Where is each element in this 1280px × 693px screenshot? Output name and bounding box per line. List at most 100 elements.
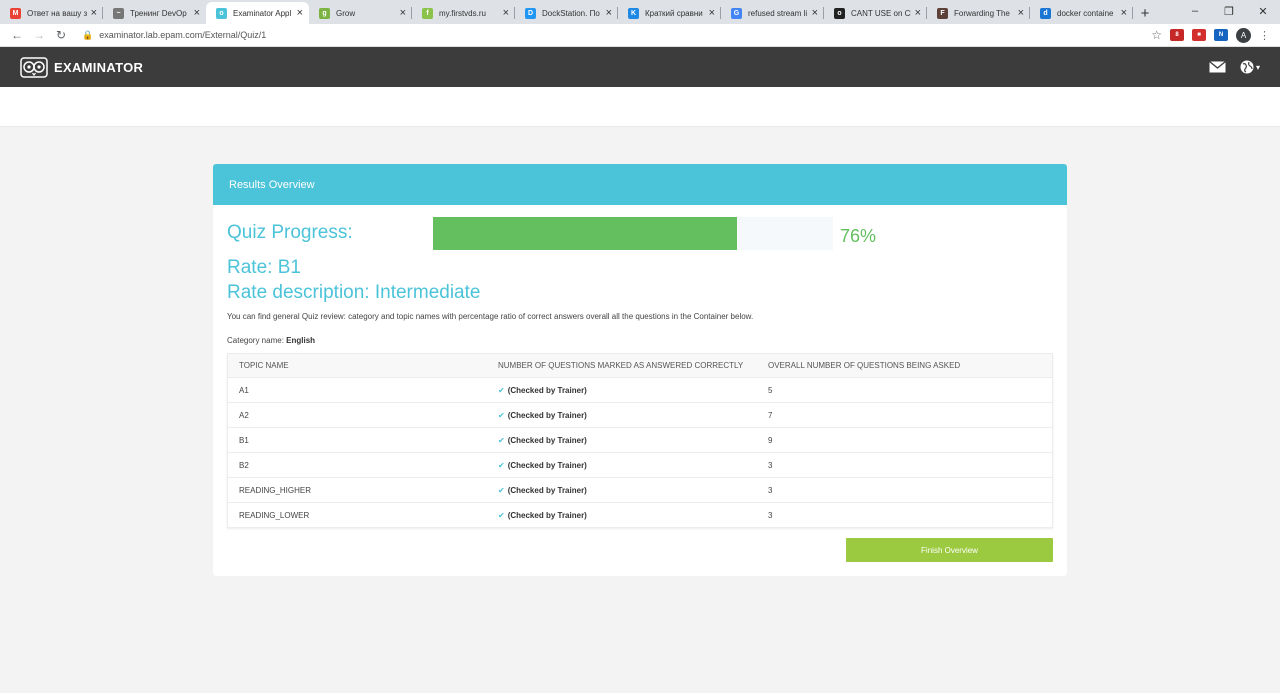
tab-close-icon[interactable]: × — [812, 7, 818, 19]
card-header: Results Overview — [213, 164, 1067, 205]
profile-avatar[interactable]: A — [1236, 27, 1251, 43]
tab-close-icon[interactable]: × — [606, 7, 612, 19]
finish-overview-button[interactable]: Finish Overview — [846, 538, 1053, 562]
correct-count-cell: ✔ (Checked by Trainer) — [498, 436, 768, 445]
browser-toolbar: ← → ↻ 🔒 examinator.lab.epam.com/External… — [0, 24, 1280, 47]
topic-name-cell: A1 — [239, 385, 249, 395]
column-header-total: OVERALL NUMBER OF QUESTIONS BEING ASKED — [768, 361, 961, 370]
forward-icon[interactable]: → — [28, 28, 50, 42]
progress-bar-fill — [433, 217, 737, 250]
tab-close-icon[interactable]: × — [915, 7, 921, 19]
rate-label: Rate: B1 — [227, 257, 301, 278]
extension-icon[interactable]: ■ — [1192, 29, 1206, 41]
address-bar[interactable]: 🔒 examinator.lab.epam.com/External/Quiz/… — [82, 26, 1151, 45]
tab-close-icon[interactable]: × — [503, 7, 509, 19]
app-logo[interactable]: EXAMINATOR — [20, 56, 143, 78]
browser-tab[interactable]: K Краткий сравни × — [618, 2, 721, 24]
brand-name: EXAMINATOR — [54, 59, 144, 75]
topic-name-cell: READING_LOWER — [239, 510, 310, 520]
owl-logo-icon — [20, 57, 48, 78]
back-icon[interactable]: ← — [6, 28, 28, 42]
tab-title: my.firstvds.ru — [439, 8, 486, 18]
browser-menu-icon[interactable]: ⋮ — [1259, 29, 1270, 42]
tab-favicon-icon: D — [525, 7, 536, 19]
column-header-correct: NUMBER OF QUESTIONS MARKED AS ANSWERED C… — [498, 361, 744, 370]
app-header: EXAMINATOR ▾ — [0, 47, 1280, 87]
checkmark-icon: ✔ — [498, 435, 505, 445]
table-body: A1 ✔ (Checked by Trainer) 5 A2 ✔ (Checked by T… — [228, 377, 1052, 527]
tab-favicon-icon: o — [216, 7, 227, 19]
checkmark-icon: ✔ — [498, 460, 505, 470]
tab-favicon-icon: d — [1040, 7, 1051, 19]
close-window-icon[interactable]: ✕ — [1246, 0, 1280, 22]
language-selector[interactable]: ▾ — [1240, 60, 1260, 74]
tab-favicon-icon: F — [937, 7, 948, 19]
table-row: B1 ✔ (Checked by Trainer) 9 — [228, 427, 1052, 452]
total-count-cell: 5 — [768, 385, 773, 395]
correct-count-cell: ✔ (Checked by Trainer) — [498, 461, 768, 470]
category-prefix: Category name: — [227, 336, 284, 345]
category-line: Category name: English — [227, 336, 315, 345]
checked-by-trainer-text: (Checked by Trainer) — [507, 410, 587, 420]
table-header-row: TOPIC NAME NUMBER OF QUESTIONS MARKED AS… — [228, 354, 1052, 377]
quiz-progress-label: Quiz Progress: — [227, 222, 353, 243]
topic-name-cell: B2 — [239, 460, 249, 470]
extension-new-icon[interactable]: N — [1214, 29, 1228, 41]
tab-favicon-icon: o — [834, 7, 845, 19]
table-row: A2 ✔ (Checked by Trainer) 7 — [228, 402, 1052, 427]
table-row: A1 ✔ (Checked by Trainer) 5 — [228, 377, 1052, 402]
total-count-cell: 3 — [768, 510, 773, 520]
extension-icon[interactable]: 8 — [1170, 29, 1184, 41]
browser-tab[interactable]: g Grow × — [309, 2, 412, 24]
tab-title: DockStation. По — [542, 8, 600, 18]
topics-table: TOPIC NAME NUMBER OF QUESTIONS MARKED AS… — [227, 353, 1053, 528]
browser-tabstrip: M Ответ на вашу з × ~ Тренинг DevOp × o Examina… — [0, 0, 1280, 24]
browser-tab[interactable]: f my.firstvds.ru × — [412, 2, 515, 24]
browser-tab[interactable]: M Ответ на вашу з × — [0, 2, 103, 24]
tab-title: refused stream li — [748, 8, 808, 18]
checkmark-icon: ✔ — [498, 385, 505, 395]
tab-title: Краткий сравни — [645, 8, 703, 18]
browser-tab[interactable]: ~ Тренинг DevOp × — [103, 2, 206, 24]
table-row: READING_LOWER ✔ (Checked by Trainer) 3 — [228, 502, 1052, 527]
tab-close-icon[interactable]: × — [194, 7, 200, 19]
window-controls: – ❐ ✕ — [1178, 0, 1280, 22]
reload-icon[interactable]: ↻ — [50, 28, 72, 42]
checkmark-icon: ✔ — [498, 410, 505, 420]
browser-tab[interactable]: d docker containe × — [1030, 2, 1133, 24]
browser-tab[interactable]: D DockStation. По × — [515, 2, 618, 24]
tab-close-icon[interactable]: × — [709, 7, 715, 19]
lock-icon: 🔒 — [82, 29, 94, 40]
tab-title: Examinator Appl — [233, 8, 292, 18]
tab-close-icon[interactable]: × — [297, 7, 303, 19]
tab-title: Тренинг DevOp — [130, 8, 187, 18]
checked-by-trainer-text: (Checked by Trainer) — [507, 435, 587, 445]
total-count-cell: 3 — [768, 485, 773, 495]
bookmark-star-icon[interactable]: ☆ — [1151, 28, 1162, 42]
tab-close-icon[interactable]: × — [91, 7, 97, 19]
mail-icon[interactable] — [1209, 61, 1226, 73]
browser-tab[interactable]: o Examinator Appl × — [206, 2, 309, 24]
checked-by-trainer-text: (Checked by Trainer) — [507, 460, 587, 470]
total-count-cell: 7 — [768, 410, 773, 420]
progress-percent: 76% — [840, 226, 877, 246]
tab-close-icon[interactable]: × — [1018, 7, 1024, 19]
correct-count-cell: ✔ (Checked by Trainer) — [498, 411, 768, 420]
tab-close-icon[interactable]: × — [1121, 7, 1127, 19]
new-tab-button[interactable]: + — [1133, 2, 1157, 24]
topic-name-cell: READING_HIGHER — [239, 485, 312, 495]
topic-name-cell: B1 — [239, 435, 249, 445]
chevron-down-icon: ▾ — [1255, 62, 1260, 72]
correct-count-cell: ✔ (Checked by Trainer) — [498, 386, 768, 395]
tab-close-icon[interactable]: × — [400, 7, 406, 19]
tab-list: M Ответ на вашу з × ~ Тренинг DevOp × o Examina… — [0, 2, 1133, 24]
browser-tab[interactable]: Grefused stream li × — [721, 2, 824, 24]
results-card: Results Overview Quiz Progress: 76% Rate… — [213, 164, 1067, 576]
checked-by-trainer-text: (Checked by Trainer) — [507, 385, 587, 395]
column-header-topic: TOPIC NAME — [239, 361, 289, 370]
browser-tab[interactable]: F Forwarding The × — [927, 2, 1030, 24]
browser-tab[interactable]: o CANT USE on Cl × — [824, 2, 927, 24]
minimize-icon[interactable]: – — [1178, 0, 1212, 22]
restore-icon[interactable]: ❐ — [1212, 0, 1246, 22]
tab-title: Ответ на вашу з — [27, 8, 87, 18]
